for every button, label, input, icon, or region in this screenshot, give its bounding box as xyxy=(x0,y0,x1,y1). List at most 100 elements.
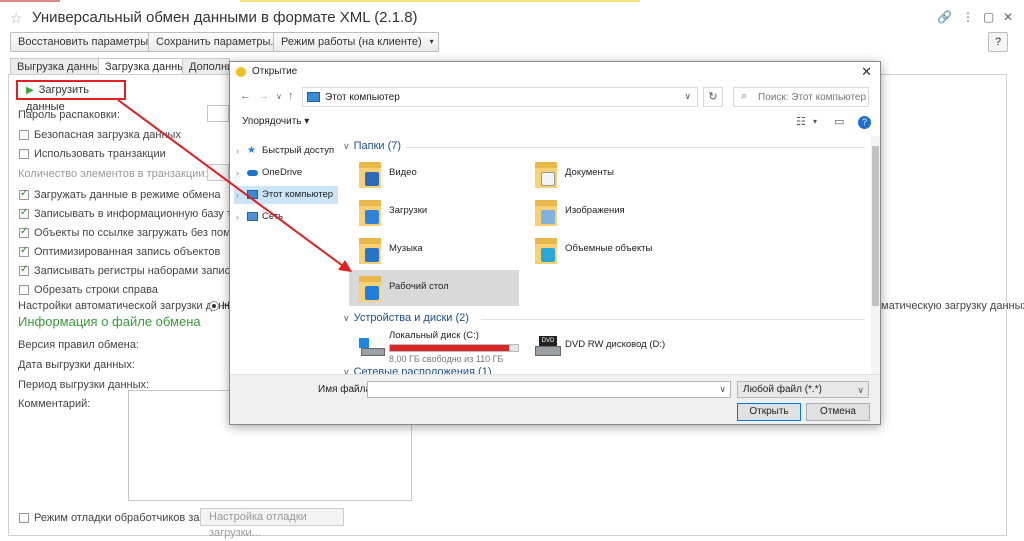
nav-this-computer[interactable]: › Этот компьютер xyxy=(234,186,338,204)
chevron-down-icon[interactable]: ∨ xyxy=(719,384,726,395)
debug-mode-checkbox[interactable] xyxy=(19,513,29,523)
address-bar[interactable]: Этот компьютер ∨ xyxy=(302,87,698,107)
pictures-folder-icon xyxy=(535,198,557,226)
close-icon[interactable]: ✕ xyxy=(1003,10,1013,24)
write-only-checkbox[interactable] xyxy=(19,207,29,219)
group-network[interactable]: ∨ Сетевые расположения (1) xyxy=(343,366,492,374)
chevron-down-icon: ∨ xyxy=(343,141,350,151)
filename-label: Имя файла: xyxy=(318,384,374,395)
more-menu-icon[interactable]: ⋮ xyxy=(962,10,974,24)
help-button[interactable]: ? xyxy=(988,32,1008,52)
filename-input[interactable]: ∨ xyxy=(367,381,731,398)
safe-load-label: Безопасная загрузка данных xyxy=(34,129,181,141)
folder-documents[interactable]: Документы xyxy=(525,156,695,192)
folder-3d-objects[interactable]: Объемные объекты xyxy=(525,232,695,268)
play-icon: ▶ xyxy=(26,85,34,96)
work-mode-dropdown[interactable]: Режим работы (на клиенте) ▾ xyxy=(273,32,439,52)
file-type-value: Любой файл (*.*) xyxy=(743,384,822,395)
scrollbar-thumb[interactable] xyxy=(872,146,879,306)
group-folders[interactable]: ∨ Папки (7) xyxy=(343,140,401,152)
folder-video[interactable]: Видео xyxy=(349,156,519,192)
star-icon: ★ xyxy=(247,145,256,156)
downloads-folder-icon xyxy=(359,198,381,226)
save-params-button[interactable]: Сохранить параметры... xyxy=(148,32,288,52)
recent-dropdown-icon[interactable]: ∨ xyxy=(276,92,282,101)
restore-params-button[interactable]: Восстановить параметры... xyxy=(10,32,166,52)
optimized-write-checkbox[interactable] xyxy=(19,245,29,257)
dialog-title: Открытие xyxy=(252,66,298,77)
drive-c[interactable]: Локальный диск (C:) 8,00 ГБ свободно из … xyxy=(349,328,519,364)
search-icon: ⌕ xyxy=(741,90,748,102)
tx-count-input[interactable] xyxy=(207,164,229,181)
nav-network[interactable]: › Сеть xyxy=(234,208,338,226)
dialog-footer: Имя файла: ∨ Любой файл (*.*) ∨ Открыть О… xyxy=(230,374,880,424)
nav-onedrive[interactable]: › OneDrive xyxy=(234,164,338,182)
disk-usage-bar xyxy=(389,344,519,352)
refresh-icon[interactable]: ↻ xyxy=(703,87,723,107)
safe-load-checkbox[interactable] xyxy=(19,130,29,140)
link-icon[interactable]: 🔗 xyxy=(937,10,952,24)
tx-count-label: Количество элементов в транзакции: xyxy=(18,168,208,180)
computer-icon xyxy=(247,190,258,199)
file-type-select[interactable]: Любой файл (*.*) ∨ xyxy=(737,381,869,398)
folder-downloads[interactable]: Загрузки xyxy=(349,194,519,230)
tab-additional[interactable]: Дополнит xyxy=(182,58,230,75)
file-list: ∨ Папки (7) Видео Документы Загрузки Изоб… xyxy=(343,136,870,374)
back-arrow-icon[interactable]: ← xyxy=(240,90,251,102)
folder-music[interactable]: Музыка xyxy=(349,232,519,268)
3d-objects-folder-icon xyxy=(535,236,557,264)
window-title-bar: ☆ Универсальный обмен данными в формате … xyxy=(0,4,1024,30)
help-icon[interactable]: ? xyxy=(858,116,871,129)
open-button[interactable]: Открыть xyxy=(737,403,801,421)
optimized-write-label: Оптимизированная запись объектов xyxy=(34,246,221,258)
auto-settings-radio[interactable] xyxy=(209,301,219,311)
toolbar: Восстановить параметры... Сохранить пара… xyxy=(8,32,1018,52)
view-dropdown-icon[interactable]: ▾ xyxy=(813,117,817,126)
video-folder-icon xyxy=(359,160,381,188)
folder-desktop[interactable]: Рабочий стол xyxy=(349,270,519,306)
dvd-drive-icon: DVD xyxy=(535,334,561,358)
ref-objects-checkbox[interactable] xyxy=(19,226,29,238)
chevron-down-icon[interactable]: ∨ xyxy=(684,91,691,102)
hard-drive-icon xyxy=(359,334,385,358)
trim-right-checkbox[interactable] xyxy=(19,285,29,295)
dialog-command-bar: Упорядочить ▾ ☷ ▾ ▭ ? xyxy=(230,112,880,132)
register-sets-checkbox[interactable] xyxy=(19,264,29,276)
password-input[interactable] xyxy=(207,105,229,122)
trim-right-label: Обрезать строки справа xyxy=(34,284,158,296)
disk-free-text: 8,00 ГБ свободно из 110 ГБ xyxy=(389,354,504,364)
debug-settings-button[interactable]: Настройка отладки загрузки... xyxy=(200,508,344,539)
dialog-close-icon[interactable]: ✕ xyxy=(861,64,872,80)
forward-arrow-icon[interactable]: → xyxy=(258,90,269,102)
favorite-star-icon[interactable]: ☆ xyxy=(10,10,23,27)
dialog-title-bar: Открытие ✕ xyxy=(230,62,880,82)
chevron-down-icon: ∨ xyxy=(343,367,350,374)
group-devices[interactable]: ∨ Устройства и диски (2) xyxy=(343,312,469,324)
chevron-down-icon: ▾ xyxy=(429,37,434,46)
open-file-dialog: Открытие ✕ ← → ∨ ↑ Этот компьютер ∨ ↻ ⌕ … xyxy=(229,61,881,425)
tab-export[interactable]: Выгрузка данных xyxy=(10,58,113,75)
computer-icon xyxy=(307,92,320,102)
up-arrow-icon[interactable]: ↑ xyxy=(288,90,294,102)
use-transactions-checkbox[interactable] xyxy=(19,149,29,159)
comment-label: Комментарий: xyxy=(18,398,91,410)
window-title: Универсальный обмен данными в формате XM… xyxy=(32,9,418,26)
file-list-scrollbar[interactable] xyxy=(871,136,880,374)
drive-d[interactable]: DVD DVD RW дисковод (D:) xyxy=(525,328,695,364)
exchange-file-info-title: Информация о файле обмена xyxy=(18,314,201,329)
register-sets-label: Записывать регистры наборами записей xyxy=(34,265,243,277)
view-options-icon[interactable]: ☷ xyxy=(796,115,806,128)
nav-quick-access[interactable]: › ★ Быстрый доступ xyxy=(234,142,338,160)
cancel-button[interactable]: Отмена xyxy=(806,403,870,421)
search-placeholder: Поиск: Этот компьютер xyxy=(758,92,867,103)
search-box[interactable]: ⌕ Поиск: Этот компьютер xyxy=(733,87,869,107)
maximize-icon[interactable]: ▢ xyxy=(983,10,994,24)
navigation-pane: › ★ Быстрый доступ › OneDrive › Этот комп… xyxy=(230,136,340,374)
exchange-mode-checkbox[interactable] xyxy=(19,188,29,200)
folder-pictures[interactable]: Изображения xyxy=(525,194,695,230)
load-data-button[interactable]: ▶ Загрузить данные xyxy=(16,80,126,113)
rules-version-label: Версия правил обмена: xyxy=(18,339,139,351)
preview-pane-icon[interactable]: ▭ xyxy=(834,115,844,128)
organize-menu[interactable]: Упорядочить ▾ xyxy=(242,116,309,127)
organize-label: Упорядочить xyxy=(242,116,302,127)
